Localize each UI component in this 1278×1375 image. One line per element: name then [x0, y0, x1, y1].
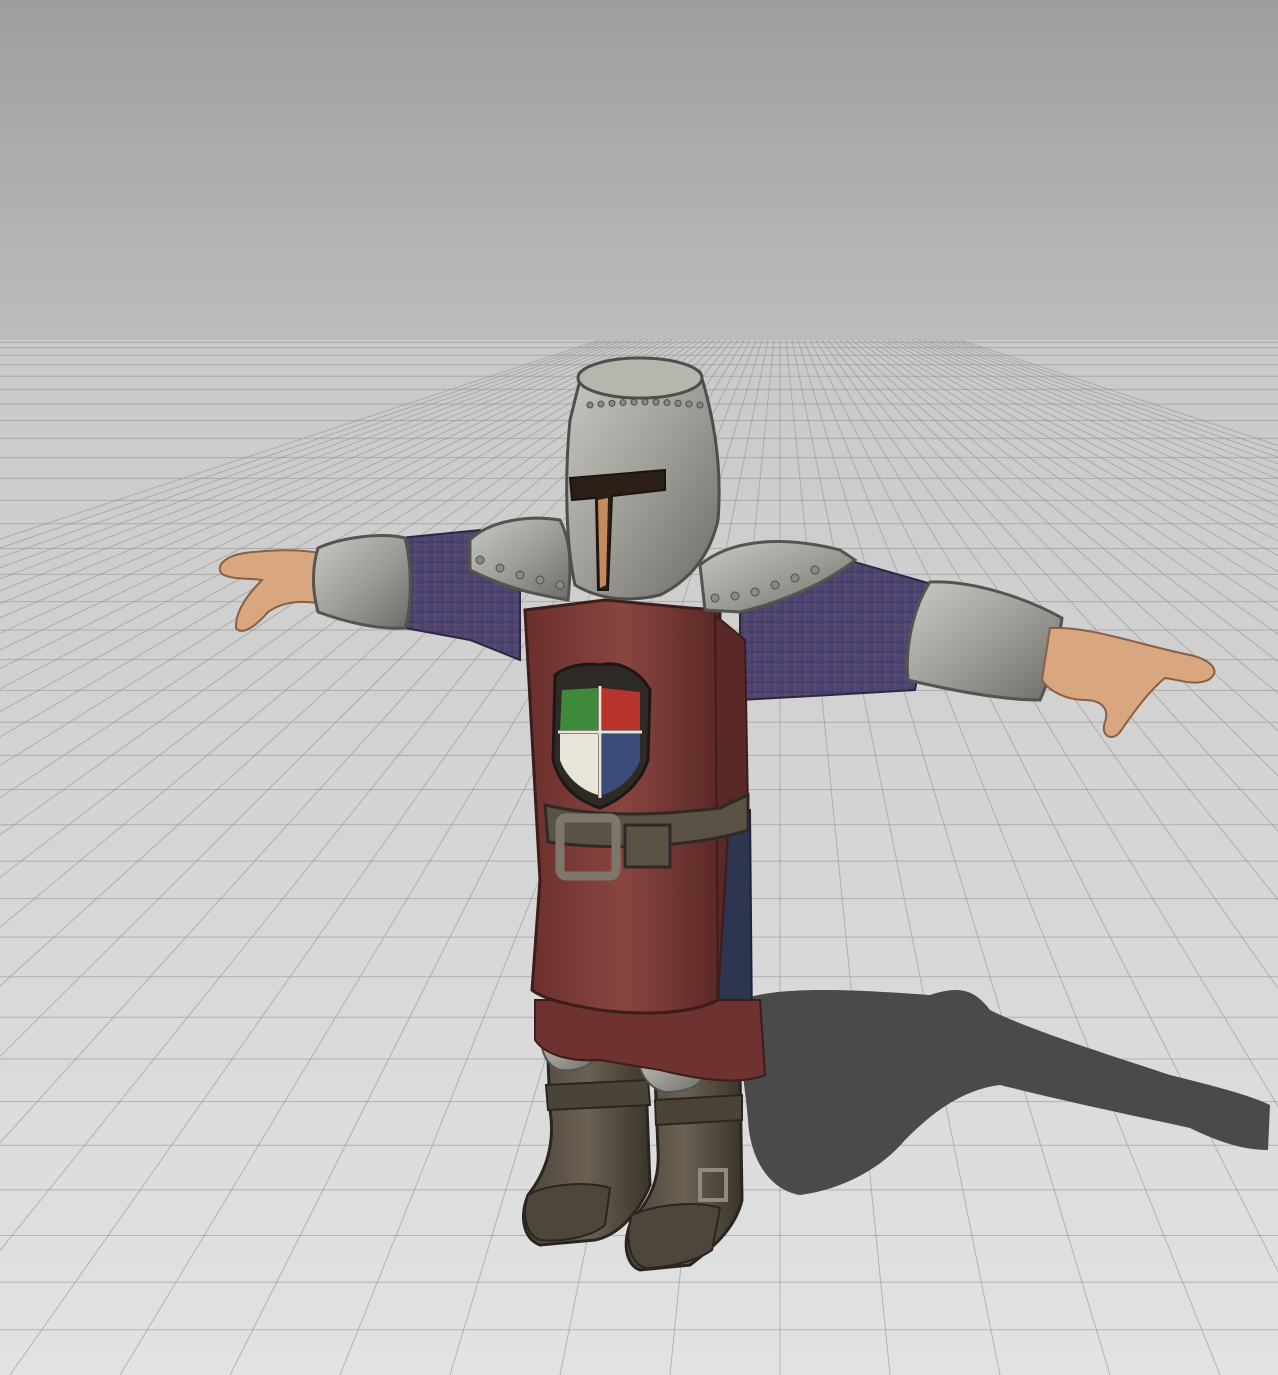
3d-model-viewport[interactable]	[0, 0, 1278, 1375]
left-bracer	[312, 534, 412, 630]
rivet	[685, 400, 693, 408]
rivet	[674, 399, 682, 407]
rivet	[586, 401, 594, 409]
rivet	[810, 565, 820, 575]
rivet	[652, 398, 660, 406]
rivet	[555, 580, 565, 590]
crest-quarter-red	[602, 688, 640, 730]
right-boot-cuff	[653, 1093, 743, 1127]
rivet	[619, 399, 627, 407]
rivet	[515, 570, 525, 580]
rivet	[730, 591, 740, 601]
rivet	[535, 575, 545, 585]
crest-quarter-green	[560, 688, 598, 730]
belt-tail	[623, 823, 672, 869]
rivet	[710, 593, 720, 603]
rivet	[641, 398, 649, 406]
rivet	[750, 587, 760, 597]
rivet	[597, 400, 605, 408]
rivet	[630, 398, 638, 406]
rivet	[790, 573, 800, 583]
rivet	[475, 555, 485, 565]
rivet	[608, 399, 616, 407]
helm-top	[576, 356, 704, 400]
rivet	[663, 399, 671, 407]
left-boot-cuff	[544, 1078, 652, 1112]
great-helm	[565, 356, 721, 601]
rivet	[696, 401, 704, 409]
rivet	[770, 580, 780, 590]
rivet	[495, 563, 505, 573]
